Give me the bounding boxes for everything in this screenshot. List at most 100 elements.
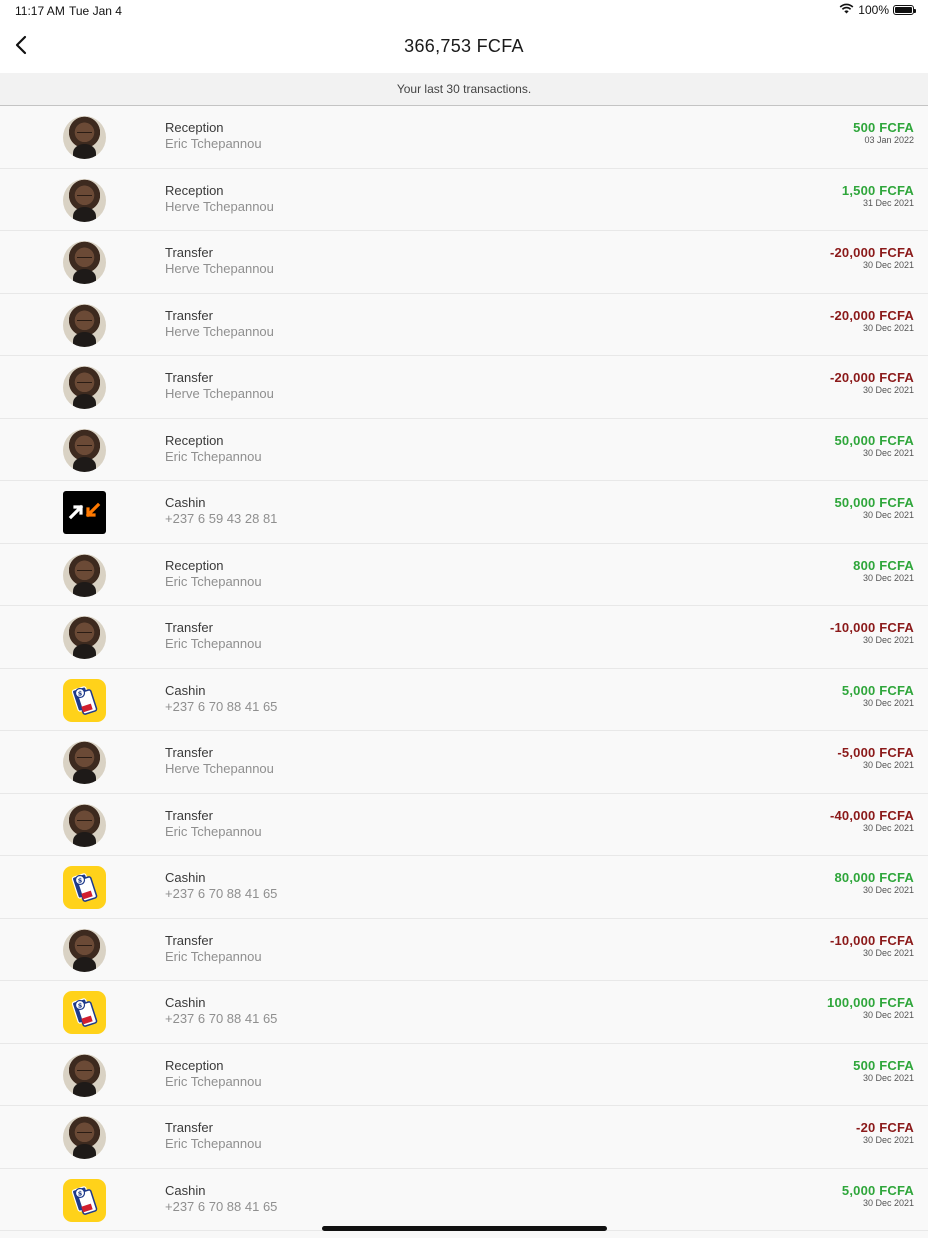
transaction-row[interactable]: Cashin +237 6 59 43 28 81 50,000 FCFA 30…	[0, 481, 928, 544]
transaction-date: 30 Dec 2021	[862, 510, 914, 520]
transaction-party: +237 6 59 43 28 81	[165, 511, 278, 526]
transaction-text: Transfer Herve Tchepannou	[165, 308, 274, 339]
avatar	[63, 1053, 106, 1097]
transaction-date: 30 Dec 2021	[862, 822, 914, 833]
transaction-row[interactable]: Transfer Eric Tchepannou -40,000 FCFA 30…	[0, 793, 928, 856]
transaction-text: Cashin +237 6 70 88 41 65	[165, 683, 277, 714]
avatar-photo	[63, 366, 106, 409]
transaction-meta: 50,000 FCFA 30 Dec 2021	[834, 433, 914, 459]
avatar	[63, 116, 106, 159]
transaction-row[interactable]: Transfer Herve Tchepannou -20,000 FCFA 3…	[0, 356, 928, 419]
transaction-meta: 5,000 FCFA 30 Dec 2021	[842, 1183, 914, 1209]
transaction-party: Herve Tchepannou	[165, 261, 274, 276]
transaction-meta: 500 FCFA 30 Dec 2021	[853, 1058, 914, 1084]
transaction-text: Transfer Eric Tchepannou	[165, 620, 262, 651]
transaction-party: +237 6 70 88 41 65	[165, 698, 278, 714]
transaction-row[interactable]: Reception Eric Tchepannou 500 FCFA 30 De…	[0, 1043, 928, 1106]
transaction-amount: -20,000 FCFA	[829, 307, 914, 323]
transaction-amount: -20,000 FCFA	[829, 245, 914, 260]
transaction-row[interactable]: Transfer Herve Tchepannou -5,000 FCFA 30…	[0, 731, 928, 794]
transaction-party: Eric Tchepannou	[165, 948, 262, 964]
transaction-meta: -20,000 FCFA 30 Dec 2021	[830, 245, 914, 271]
avatar	[63, 1116, 106, 1159]
transaction-party: Herve Tchepannou	[165, 323, 274, 339]
transaction-party: Eric Tchepannou	[165, 1136, 262, 1151]
transaction-text: Transfer Eric Tchepannou	[165, 808, 262, 839]
avatar	[63, 428, 106, 472]
transaction-amount: -40,000 FCFA	[829, 807, 914, 823]
transaction-date: 30 Dec 2021	[862, 260, 914, 270]
avatar-photo	[63, 1053, 106, 1097]
orange-money-icon	[63, 491, 106, 534]
transaction-amount: -10,000 FCFA	[829, 620, 914, 635]
cash-app-logo: $	[63, 1178, 106, 1222]
avatar	[63, 366, 106, 409]
avatar	[63, 241, 106, 284]
home-indicator[interactable]	[322, 1226, 607, 1231]
transaction-date: 30 Dec 2021	[862, 447, 914, 458]
svg-text:$: $	[78, 877, 83, 885]
cash-app-icon: $	[63, 1178, 106, 1222]
avatar-photo	[63, 553, 106, 597]
transaction-date: 30 Dec 2021	[862, 1072, 914, 1083]
avatar-photo	[63, 303, 106, 347]
transaction-party: +237 6 70 88 41 65	[165, 1011, 278, 1026]
transactions-subheader: Your last 30 transactions.	[0, 73, 928, 106]
transaction-date: 30 Dec 2021	[862, 322, 914, 333]
avatar-photo	[63, 1116, 106, 1159]
transaction-date: 31 Dec 2021	[862, 197, 914, 208]
transaction-amount: 5,000 FCFA	[841, 1182, 914, 1198]
transaction-row[interactable]: Transfer Eric Tchepannou -10,000 FCFA 30…	[0, 606, 928, 669]
transaction-type: Cashin	[165, 495, 206, 510]
transaction-type: Cashin	[165, 1182, 206, 1198]
transaction-amount: 1,500 FCFA	[841, 182, 914, 198]
transaction-amount: 50,000 FCFA	[834, 432, 914, 448]
transaction-type: Transfer	[165, 745, 213, 760]
cash-app-icon: $	[63, 678, 106, 722]
avatar	[63, 928, 106, 972]
transaction-meta: 1,500 FCFA 31 Dec 2021	[842, 183, 914, 209]
transaction-meta: 5,000 FCFA 30 Dec 2021	[842, 683, 914, 709]
transaction-row[interactable]: Reception Herve Tchepannou 1,500 FCFA 31…	[0, 168, 928, 231]
transaction-date: 30 Dec 2021	[862, 1010, 914, 1020]
transaction-text: Cashin +237 6 59 43 28 81	[165, 495, 277, 526]
transaction-row[interactable]: Reception Eric Tchepannou 50,000 FCFA 30…	[0, 418, 928, 481]
transaction-meta: -10,000 FCFA 30 Dec 2021	[830, 620, 914, 646]
svg-text:$: $	[78, 1189, 83, 1197]
transaction-party: Eric Tchepannou	[165, 136, 262, 151]
transaction-meta: 50,000 FCFA 30 Dec 2021	[834, 495, 914, 521]
transaction-party: Eric Tchepannou	[165, 823, 262, 839]
transaction-type: Transfer	[165, 1120, 213, 1135]
transaction-text: Transfer Herve Tchepannou	[165, 370, 274, 401]
transaction-row[interactable]: $ Cashin +237 6 70 88 41 65 100,000 FCFA…	[0, 981, 928, 1044]
transaction-type: Transfer	[165, 370, 213, 385]
transaction-meta: -5,000 FCFA 30 Dec 2021	[837, 745, 914, 771]
transaction-row[interactable]: $ Cashin +237 6 70 88 41 65 80,000 FCFA …	[0, 856, 928, 919]
battery-percent: 100%	[858, 3, 889, 17]
transaction-row[interactable]: Transfer Eric Tchepannou -20 FCFA 30 Dec…	[0, 1106, 928, 1169]
transaction-row[interactable]: Transfer Herve Tchepannou -20,000 FCFA 3…	[0, 293, 928, 356]
battery-icon	[893, 5, 916, 15]
transaction-amount: 500 FCFA	[853, 1057, 914, 1073]
avatar-photo	[63, 741, 106, 784]
transaction-meta: -10,000 FCFA 30 Dec 2021	[830, 933, 914, 959]
transaction-row[interactable]: Reception Eric Tchepannou 800 FCFA 30 De…	[0, 543, 928, 606]
transaction-type: Reception	[165, 1057, 224, 1073]
transaction-text: Cashin +237 6 70 88 41 65	[165, 995, 277, 1026]
transaction-type: Cashin	[165, 870, 206, 885]
transaction-list[interactable]: Reception Eric Tchepannou 500 FCFA 03 Ja…	[0, 106, 928, 1238]
transaction-party: Eric Tchepannou	[165, 636, 262, 651]
transaction-date: 30 Dec 2021	[862, 760, 914, 770]
transaction-row[interactable]: $ Cashin +237 6 70 88 41 65 5,000 FCFA 3…	[0, 1168, 928, 1231]
transaction-row[interactable]: $ Cashin +237 6 70 88 41 65 5,000 FCFA 3…	[0, 668, 928, 731]
transaction-date: 30 Dec 2021	[862, 385, 914, 395]
transaction-amount: 50,000 FCFA	[834, 495, 914, 510]
transaction-type: Transfer	[165, 620, 213, 635]
transaction-row[interactable]: Reception Eric Tchepannou 500 FCFA 03 Ja…	[0, 106, 928, 169]
transaction-row[interactable]: Transfer Herve Tchepannou -20,000 FCFA 3…	[0, 231, 928, 294]
transaction-row[interactable]: Transfer Eric Tchepannou -10,000 FCFA 30…	[0, 918, 928, 981]
transaction-party: Herve Tchepannou	[165, 386, 274, 401]
svg-text:$: $	[78, 1002, 83, 1010]
avatar-photo	[63, 116, 106, 159]
transaction-party: Eric Tchepannou	[165, 1073, 262, 1089]
